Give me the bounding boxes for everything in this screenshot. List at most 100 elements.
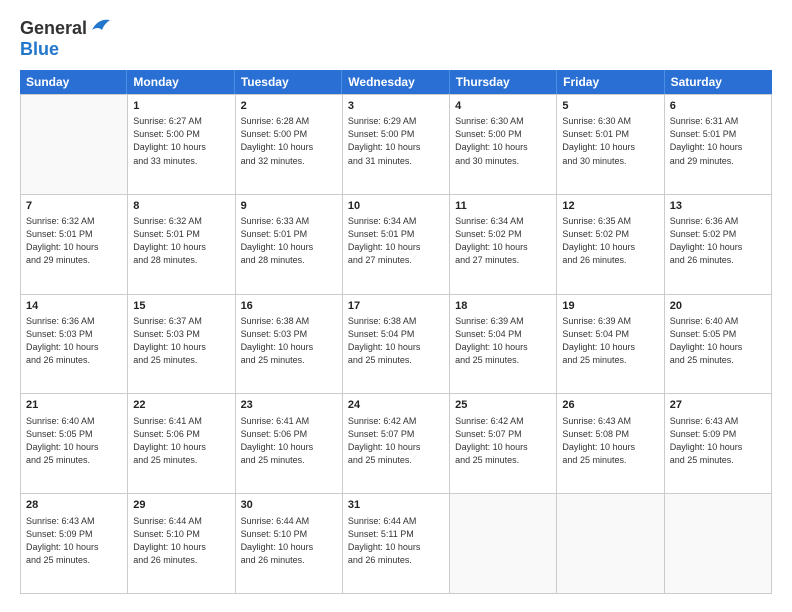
table-row: 8Sunrise: 6:32 AMSunset: 5:01 PMDaylight… <box>128 195 235 294</box>
day-info: Sunrise: 6:41 AMSunset: 5:06 PMDaylight:… <box>133 415 229 467</box>
weekday-header-sunday: Sunday <box>20 70 127 94</box>
table-row: 12Sunrise: 6:35 AMSunset: 5:02 PMDayligh… <box>557 195 664 294</box>
day-number: 13 <box>670 199 766 214</box>
table-row <box>21 95 128 194</box>
table-row: 13Sunrise: 6:36 AMSunset: 5:02 PMDayligh… <box>665 195 772 294</box>
logo-general: General <box>20 18 87 39</box>
day-info: Sunrise: 6:34 AMSunset: 5:01 PMDaylight:… <box>348 215 444 267</box>
day-info: Sunrise: 6:29 AMSunset: 5:00 PMDaylight:… <box>348 115 444 167</box>
day-number: 31 <box>348 498 444 513</box>
day-number: 5 <box>562 99 658 114</box>
day-info: Sunrise: 6:36 AMSunset: 5:02 PMDaylight:… <box>670 215 766 267</box>
day-number: 29 <box>133 498 229 513</box>
table-row: 15Sunrise: 6:37 AMSunset: 5:03 PMDayligh… <box>128 295 235 394</box>
day-number: 4 <box>455 99 551 114</box>
day-info: Sunrise: 6:37 AMSunset: 5:03 PMDaylight:… <box>133 315 229 367</box>
table-row: 22 Sunrise: 6:41 AMSunset: 5:06 PMDayligh… <box>128 394 235 493</box>
table-row: 7Sunrise: 6:32 AMSunset: 5:01 PMDaylight… <box>21 195 128 294</box>
table-row: 16Sunrise: 6:38 AMSunset: 5:03 PMDayligh… <box>236 295 343 394</box>
table-row: 4Sunrise: 6:30 AMSunset: 5:00 PMDaylight… <box>450 95 557 194</box>
day-info: Sunrise: 6:44 AMSunset: 5:11 PMDaylight:… <box>348 515 444 567</box>
day-number: 24 <box>348 398 444 413</box>
day-number: 23 <box>241 398 337 413</box>
calendar: SundayMondayTuesdayWednesdayThursdayFrid… <box>20 70 772 594</box>
day-number: 15 <box>133 299 229 314</box>
day-info: Sunrise: 6:38 AMSunset: 5:04 PMDaylight:… <box>348 315 444 367</box>
day-number: 7 <box>26 199 122 214</box>
table-row: 19Sunrise: 6:39 AMSunset: 5:04 PMDayligh… <box>557 295 664 394</box>
day-number: 21 <box>26 398 122 413</box>
day-info: Sunrise: 6:44 AMSunset: 5:10 PMDaylight:… <box>241 515 337 567</box>
day-info: Sunrise: 6:36 AMSunset: 5:03 PMDaylight:… <box>26 315 122 367</box>
table-row: 11Sunrise: 6:34 AMSunset: 5:02 PMDayligh… <box>450 195 557 294</box>
day-number: 9 <box>241 199 337 214</box>
day-number: 12 <box>562 199 658 214</box>
day-number: 6 <box>670 99 766 114</box>
table-row <box>557 494 664 593</box>
day-number: 1 <box>133 99 229 114</box>
table-row: 23 Sunrise: 6:41 AMSunset: 5:06 PMDayligh… <box>236 394 343 493</box>
day-info: Sunrise: 6:42 AMSunset: 5:07 PMDaylight:… <box>348 415 444 467</box>
table-row: 24 Sunrise: 6:42 AMSunset: 5:07 PMDayligh… <box>343 394 450 493</box>
day-info: Sunrise: 6:32 AMSunset: 5:01 PMDaylight:… <box>26 215 122 267</box>
table-row: 21 Sunrise: 6:40 AMSunset: 5:05 PMDayligh… <box>21 394 128 493</box>
day-number: 14 <box>26 299 122 314</box>
table-row <box>450 494 557 593</box>
day-number: 8 <box>133 199 229 214</box>
day-info: Sunrise: 6:40 AMSunset: 5:05 PMDaylight:… <box>670 315 766 367</box>
table-row: 26 Sunrise: 6:43 AMSunset: 5:08 PMDayligh… <box>557 394 664 493</box>
calendar-week-3: 14Sunrise: 6:36 AMSunset: 5:03 PMDayligh… <box>21 295 772 395</box>
weekday-header-saturday: Saturday <box>665 70 772 94</box>
day-info: Sunrise: 6:30 AMSunset: 5:01 PMDaylight:… <box>562 115 658 167</box>
day-number: 16 <box>241 299 337 314</box>
day-number: 25 <box>455 398 551 413</box>
logo: General Blue <box>20 18 112 60</box>
table-row: 25Sunrise: 6:42 AMSunset: 5:07 PMDayligh… <box>450 394 557 493</box>
table-row: 6Sunrise: 6:31 AMSunset: 5:01 PMDaylight… <box>665 95 772 194</box>
day-info: Sunrise: 6:32 AMSunset: 5:01 PMDaylight:… <box>133 215 229 267</box>
day-number: 2 <box>241 99 337 114</box>
day-info: Sunrise: 6:30 AMSunset: 5:00 PMDaylight:… <box>455 115 551 167</box>
table-row: 10Sunrise: 6:34 AMSunset: 5:01 PMDayligh… <box>343 195 450 294</box>
calendar-header: SundayMondayTuesdayWednesdayThursdayFrid… <box>20 70 772 94</box>
day-info: Sunrise: 6:43 AMSunset: 5:08 PMDaylight:… <box>562 415 658 467</box>
logo-bird-icon <box>90 16 112 39</box>
weekday-header-wednesday: Wednesday <box>342 70 449 94</box>
table-row: 29 Sunrise: 6:44 AMSunset: 5:10 PMDayligh… <box>128 494 235 593</box>
day-number: 22 <box>133 398 229 413</box>
day-info: Sunrise: 6:40 AMSunset: 5:05 PMDaylight:… <box>26 415 122 467</box>
day-number: 17 <box>348 299 444 314</box>
day-info: Sunrise: 6:41 AMSunset: 5:06 PMDaylight:… <box>241 415 337 467</box>
day-number: 19 <box>562 299 658 314</box>
table-row: 18Sunrise: 6:39 AMSunset: 5:04 PMDayligh… <box>450 295 557 394</box>
calendar-week-1: 1Sunrise: 6:27 AMSunset: 5:00 PMDaylight… <box>21 95 772 195</box>
day-number: 26 <box>562 398 658 413</box>
table-row: 3Sunrise: 6:29 AMSunset: 5:00 PMDaylight… <box>343 95 450 194</box>
day-info: Sunrise: 6:31 AMSunset: 5:01 PMDaylight:… <box>670 115 766 167</box>
day-info: Sunrise: 6:35 AMSunset: 5:02 PMDaylight:… <box>562 215 658 267</box>
weekday-header-friday: Friday <box>557 70 664 94</box>
calendar-week-4: 21 Sunrise: 6:40 AMSunset: 5:05 PMDayligh… <box>21 394 772 494</box>
table-row: 27Sunrise: 6:43 AMSunset: 5:09 PMDayligh… <box>665 394 772 493</box>
day-number: 10 <box>348 199 444 214</box>
calendar-week-5: 28Sunrise: 6:43 AMSunset: 5:09 PMDayligh… <box>21 494 772 594</box>
page-header: General Blue <box>20 18 772 60</box>
day-number: 30 <box>241 498 337 513</box>
day-number: 28 <box>26 498 122 513</box>
day-info: Sunrise: 6:28 AMSunset: 5:00 PMDaylight:… <box>241 115 337 167</box>
day-info: Sunrise: 6:34 AMSunset: 5:02 PMDaylight:… <box>455 215 551 267</box>
day-info: Sunrise: 6:39 AMSunset: 5:04 PMDaylight:… <box>562 315 658 367</box>
day-number: 20 <box>670 299 766 314</box>
table-row: 9Sunrise: 6:33 AMSunset: 5:01 PMDaylight… <box>236 195 343 294</box>
day-info: Sunrise: 6:38 AMSunset: 5:03 PMDaylight:… <box>241 315 337 367</box>
day-info: Sunrise: 6:27 AMSunset: 5:00 PMDaylight:… <box>133 115 229 167</box>
table-row: 2Sunrise: 6:28 AMSunset: 5:00 PMDaylight… <box>236 95 343 194</box>
table-row: 17Sunrise: 6:38 AMSunset: 5:04 PMDayligh… <box>343 295 450 394</box>
table-row: 28Sunrise: 6:43 AMSunset: 5:09 PMDayligh… <box>21 494 128 593</box>
table-row: 31 Sunrise: 6:44 AMSunset: 5:11 PMDayligh… <box>343 494 450 593</box>
logo-blue: Blue <box>20 39 59 59</box>
day-info: Sunrise: 6:44 AMSunset: 5:10 PMDaylight:… <box>133 515 229 567</box>
table-row: 20Sunrise: 6:40 AMSunset: 5:05 PMDayligh… <box>665 295 772 394</box>
day-info: Sunrise: 6:33 AMSunset: 5:01 PMDaylight:… <box>241 215 337 267</box>
table-row <box>665 494 772 593</box>
